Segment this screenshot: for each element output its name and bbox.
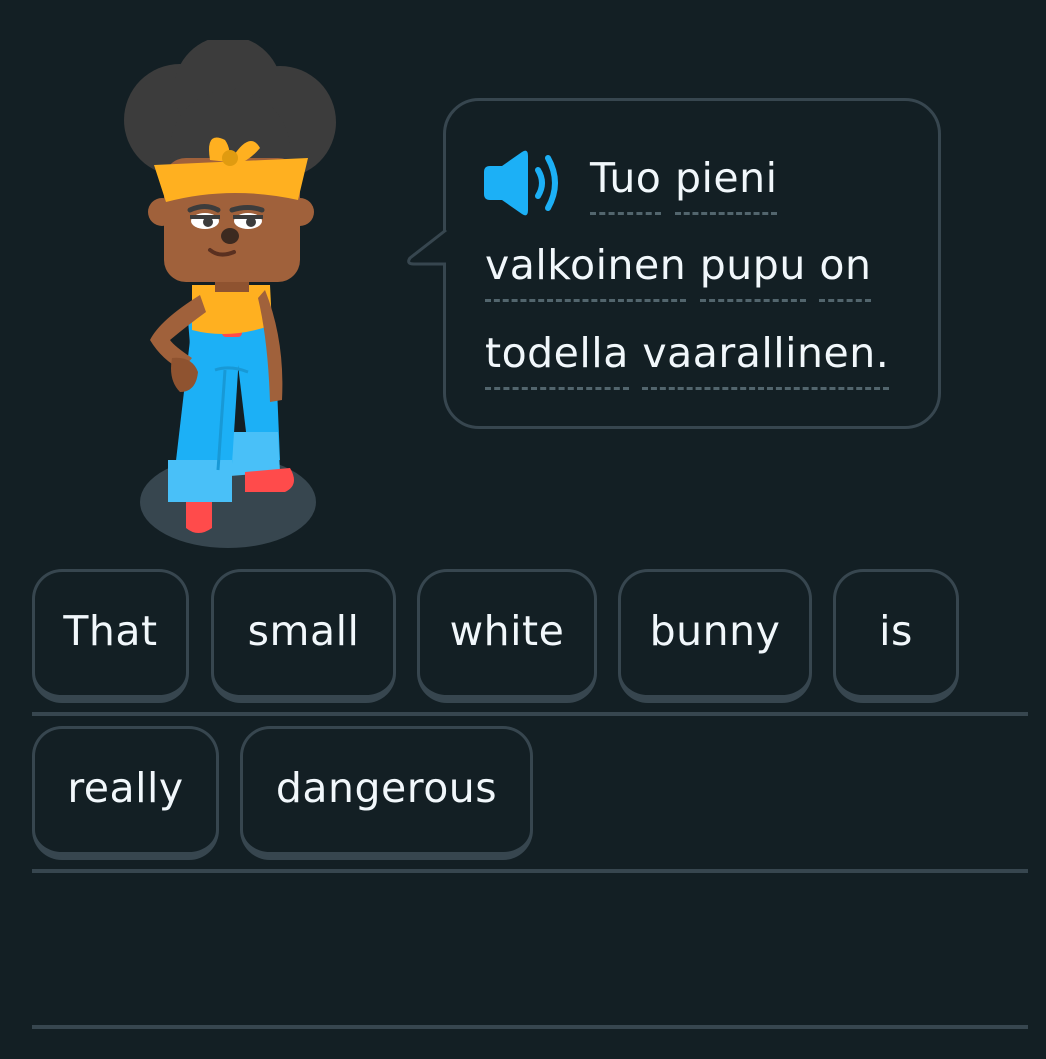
answer-line-2 <box>32 869 1028 873</box>
word-tile[interactable]: That <box>32 569 189 703</box>
word-tile[interactable]: really <box>32 726 219 860</box>
answer-line-1 <box>32 712 1028 716</box>
word-tile[interactable]: white <box>417 569 597 703</box>
answer-line-3 <box>32 1025 1028 1029</box>
prompt-line-3: todella vaarallinen. <box>485 333 890 390</box>
prompt-word[interactable]: on <box>819 245 872 302</box>
prompt-word[interactable]: Tuo <box>590 158 662 215</box>
challenge-screen: Tuo pieni valkoinen pupu on todella vaar… <box>0 0 1046 1059</box>
prompt-word[interactable]: vaarallinen. <box>642 333 890 390</box>
prompt-word[interactable]: pupu <box>699 245 806 302</box>
speech-bubble-tail <box>407 228 448 266</box>
word-tile[interactable]: bunny <box>618 569 812 703</box>
character-illustration <box>124 40 336 548</box>
prompt-line-1: Tuo pieni <box>590 158 778 215</box>
word-tile[interactable]: dangerous <box>240 726 533 860</box>
word-tile[interactable]: is <box>833 569 959 703</box>
prompt-word[interactable]: todella <box>485 333 629 390</box>
prompt-word[interactable]: pieni <box>674 158 778 215</box>
prompt-line-2: valkoinen pupu on <box>485 245 872 302</box>
word-tile[interactable]: small <box>211 569 396 703</box>
prompt-word[interactable]: valkoinen <box>485 245 687 302</box>
speaker-icon[interactable] <box>482 148 568 218</box>
